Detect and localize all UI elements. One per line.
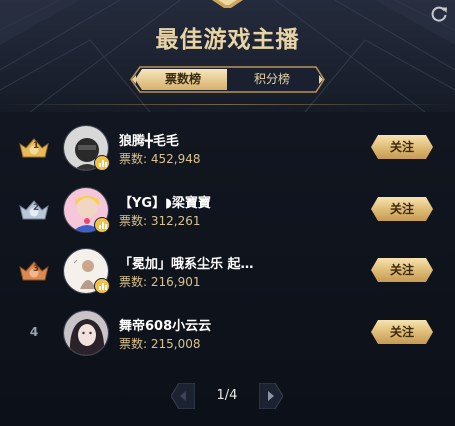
list-item: 4 舞帝608小云云 票数: 215,008 关注 <box>0 302 455 364</box>
tab-votes[interactable]: 票数榜 <box>139 66 227 93</box>
votes-value: 215,008 <box>150 337 201 351</box>
header-background <box>0 0 455 112</box>
streamer-name[interactable]: 【YG】◗梁寶寶 <box>119 192 289 211</box>
header-pattern <box>0 0 455 112</box>
votes-value: 216,901 <box>150 275 201 289</box>
avatar[interactable] <box>63 310 109 356</box>
chevron-right-icon[interactable] <box>259 383 283 409</box>
pagination: 1/4 <box>171 383 283 409</box>
refresh-icon[interactable] <box>430 5 448 23</box>
votes-label: 票数: <box>119 152 148 166</box>
header-divider <box>0 104 455 105</box>
page-indicator: 1/4 <box>216 388 238 403</box>
vote-count: 票数: 452,948 <box>119 150 201 167</box>
top-ornament-icon <box>212 0 243 8</box>
vote-count: 票数: 216,901 <box>119 273 201 290</box>
votes-label: 票数: <box>119 275 148 289</box>
page-title: 最佳游戏主播 <box>155 27 300 53</box>
votes-label: 票数: <box>119 214 148 228</box>
follow-button[interactable]: 关注 <box>371 258 433 282</box>
list-item: 1 狼腾╋毛毛 票数: 452,948 关注 <box>0 117 455 179</box>
follow-button[interactable]: 关注 <box>371 320 433 344</box>
rank-number: 2 <box>32 203 40 213</box>
list-item: 2 【YG】◗梁寶寶 票数: 312,261 关注 <box>0 179 455 241</box>
list-item: 3 「冕加」哦系尘乐 起… 票数: 216,901 关注 <box>0 240 455 302</box>
votes-value: 312,261 <box>150 214 201 228</box>
votes-value: 452,948 <box>150 152 201 166</box>
live-indicator-icon <box>94 278 110 294</box>
rank-number: 4 <box>29 325 39 339</box>
rank-number: 1 <box>32 141 40 151</box>
tab-points[interactable]: 积分榜 <box>228 66 316 93</box>
live-indicator-icon <box>94 217 110 233</box>
chevron-left-icon[interactable] <box>171 383 195 409</box>
ranking-tabs: 票数榜 积分榜 <box>130 66 325 93</box>
vote-count: 票数: 312,261 <box>119 212 201 229</box>
follow-button[interactable]: 关注 <box>371 135 433 159</box>
streamer-name[interactable]: 舞帝608小云云 <box>119 315 289 334</box>
streamer-name[interactable]: 「冕加」哦系尘乐 起… <box>119 253 289 272</box>
rank-number: 3 <box>32 264 40 274</box>
ranking-panel: 最佳游戏主播 票数榜 积分榜 1 狼腾╋毛毛 票数: 452,948 关注 2 … <box>0 0 455 426</box>
streamer-name[interactable]: 狼腾╋毛毛 <box>119 130 289 149</box>
follow-button[interactable]: 关注 <box>371 197 433 221</box>
vote-count: 票数: 215,008 <box>119 335 201 352</box>
votes-label: 票数: <box>119 337 148 351</box>
live-indicator-icon <box>94 155 110 171</box>
